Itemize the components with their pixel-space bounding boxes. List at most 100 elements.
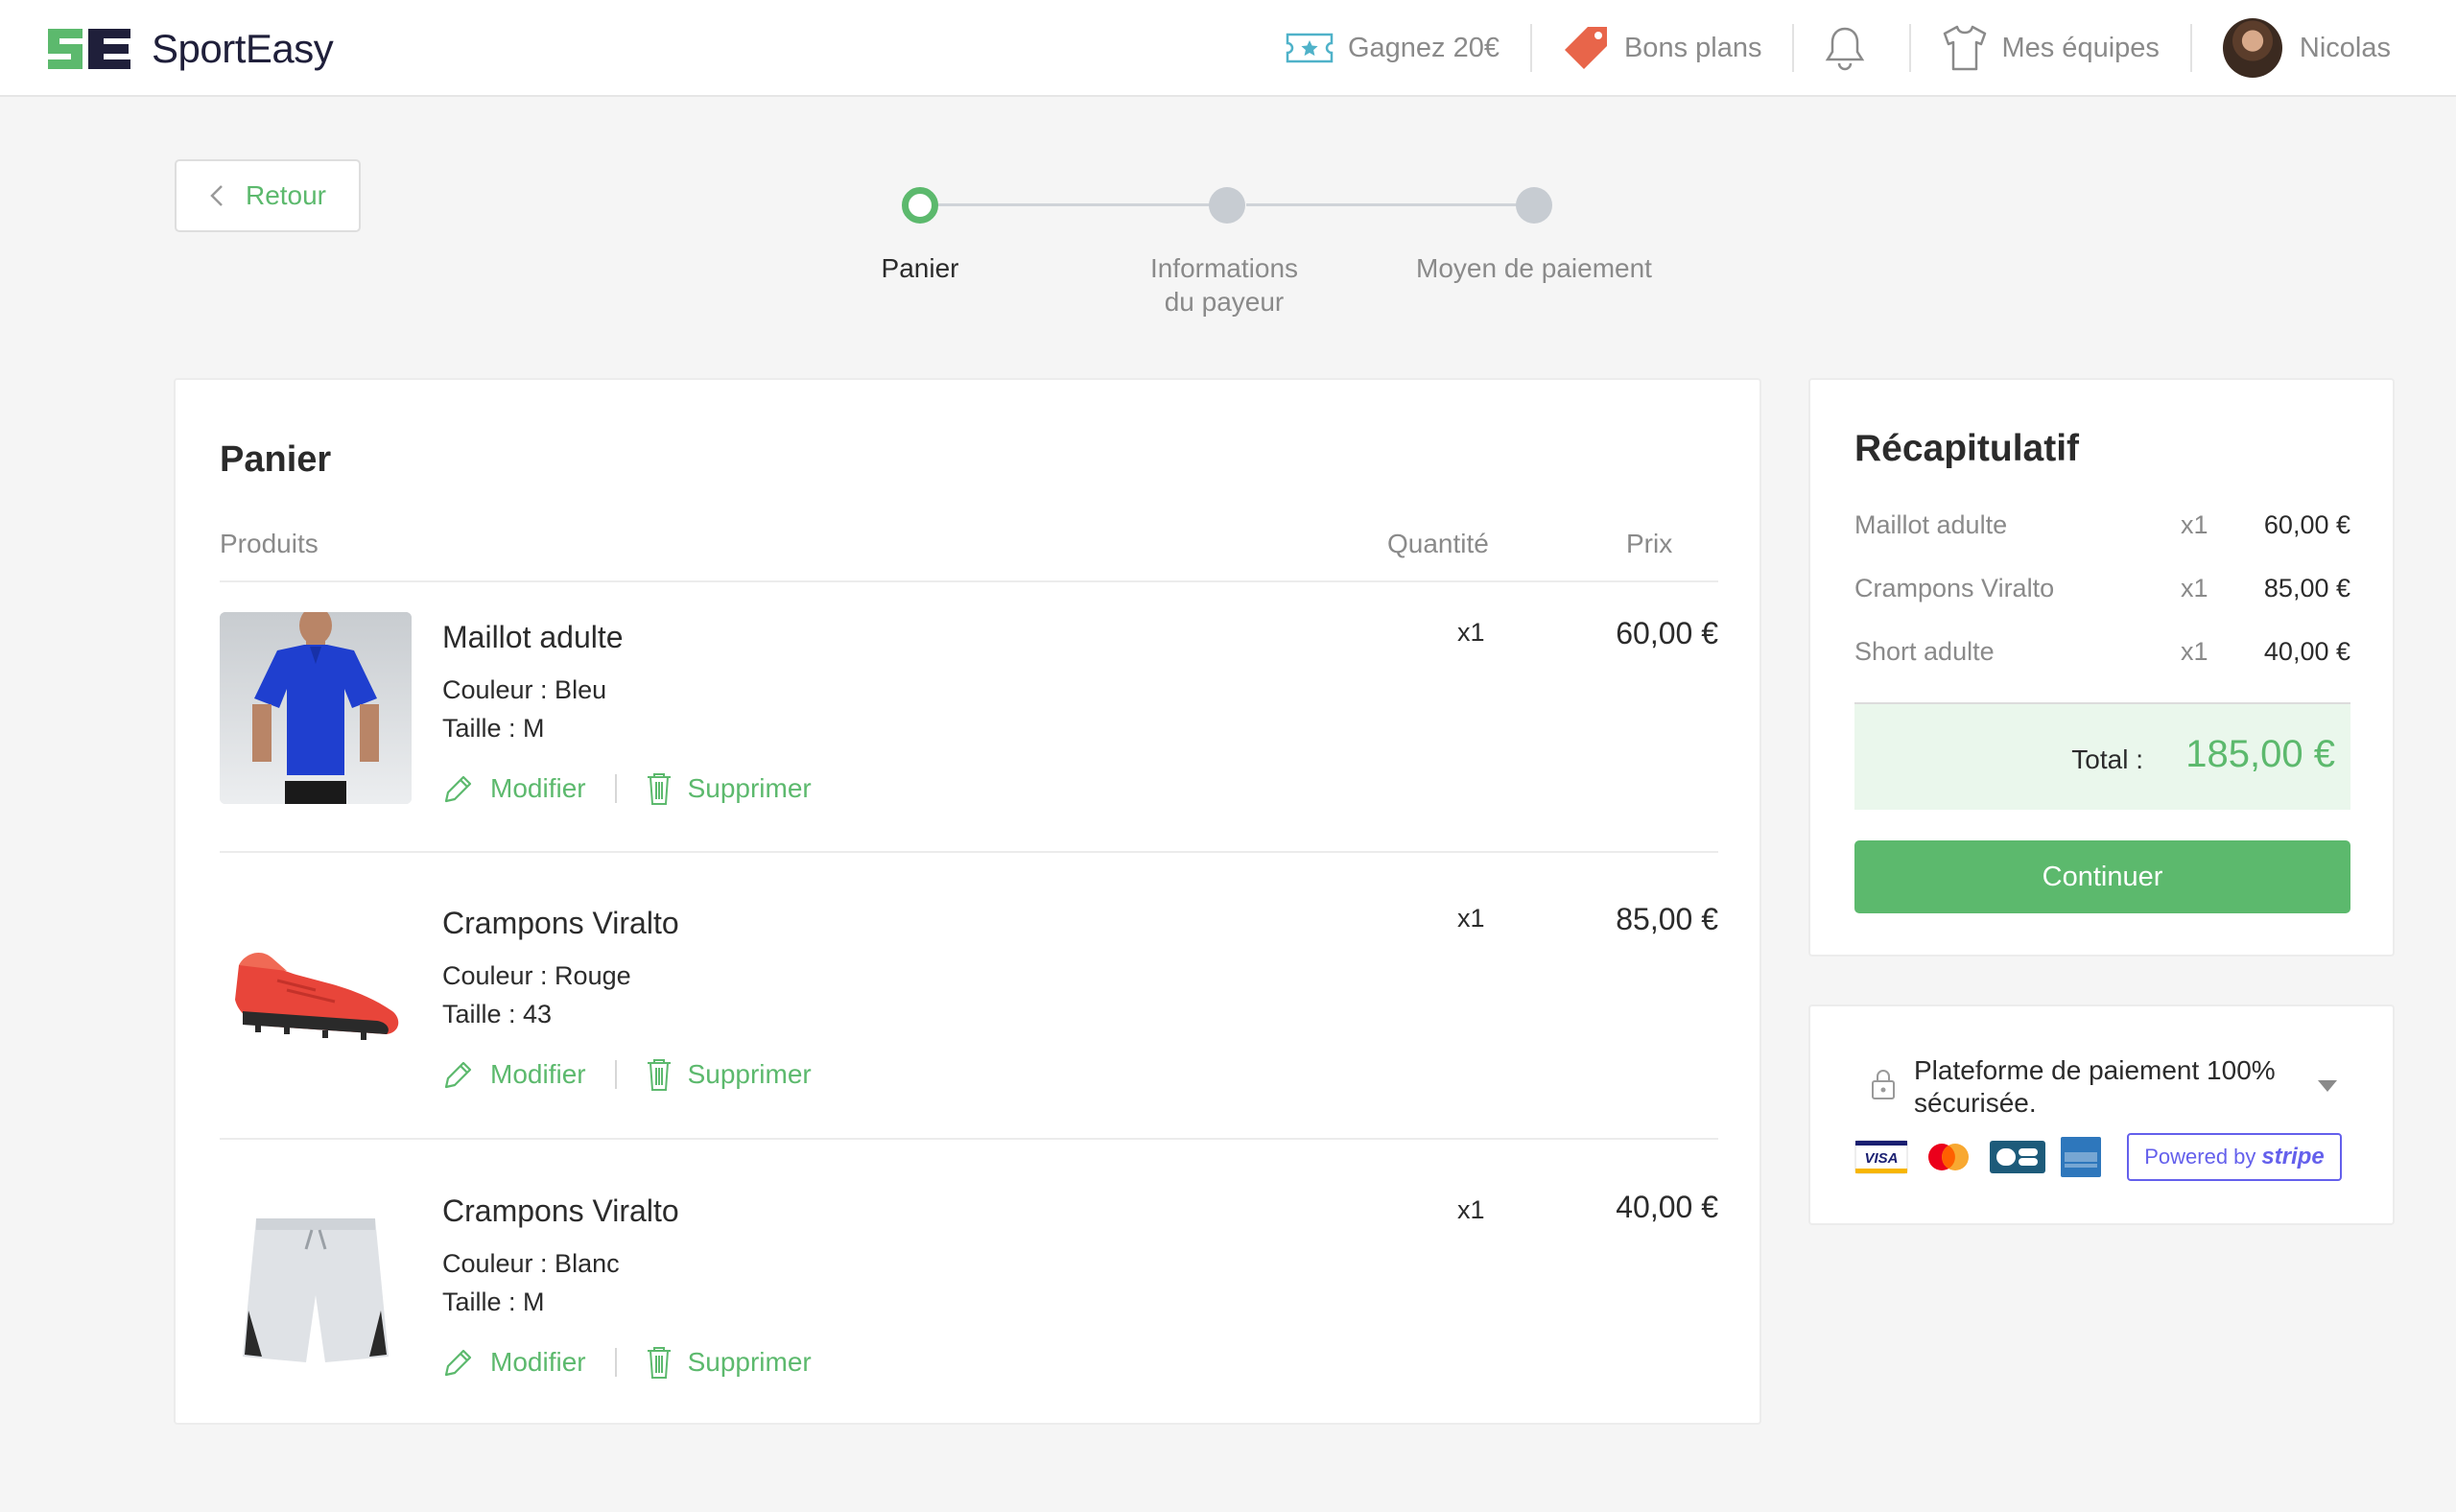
chevron-down-icon[interactable] xyxy=(2317,1079,2338,1093)
stepper-connector xyxy=(1246,203,1536,206)
action-divider xyxy=(614,774,617,803)
summary-item-qty: x1 xyxy=(2181,637,2208,666)
brand-name: SportEasy xyxy=(152,26,334,71)
edit-item-label: Modifier xyxy=(490,773,586,803)
edit-item-label: Modifier xyxy=(490,1347,586,1377)
nav-good-deals[interactable]: Bons plans xyxy=(1532,0,1793,96)
stepper-connector xyxy=(920,203,1229,206)
product-price: 60,00 € xyxy=(1616,616,1718,650)
delete-item-button[interactable]: Supprimer xyxy=(646,1345,812,1380)
product-name: Crampons Viralto xyxy=(442,906,679,940)
jersey-icon xyxy=(1944,25,1987,71)
cart-card: Panier Produits Quantité Prix Maillot ad… xyxy=(174,378,1761,1425)
product-quantity: x1 xyxy=(1457,618,1485,647)
product-price: 85,00 € xyxy=(1616,902,1718,936)
delete-item-label: Supprimer xyxy=(687,773,812,803)
step-payer-info-line1: Informations xyxy=(1149,253,1299,283)
total-label: Total : xyxy=(2071,744,2143,774)
mastercard-logo xyxy=(1928,1144,1969,1170)
summary-item-name: Maillot adulte xyxy=(1854,510,2008,539)
delete-item-label: Supprimer xyxy=(687,1347,812,1377)
product-image-blue-jersey xyxy=(220,612,412,804)
secure-payment-card[interactable]: Plateforme de paiement 100% sécurisée. V… xyxy=(1808,1004,2395,1225)
visa-logo: VISA xyxy=(1854,1140,1908,1174)
sporteasy-logo[interactable]: SportEasy xyxy=(44,25,334,73)
back-button-label: Retour xyxy=(245,180,327,210)
blue-jersey-image xyxy=(220,612,412,804)
summary-item-qty: x1 xyxy=(2181,510,2208,539)
item-actions: Modifier Supprimer xyxy=(442,1345,812,1380)
nav-profile[interactable]: Nicolas xyxy=(2192,0,2421,96)
lock-icon xyxy=(1872,1070,1895,1099)
red-boot-image xyxy=(220,898,412,1090)
nav-notifications[interactable] xyxy=(1794,0,1909,96)
edit-item-button[interactable]: Modifier xyxy=(442,772,586,805)
product-name: Maillot adulte xyxy=(442,620,624,654)
back-button[interactable]: Retour xyxy=(175,159,361,232)
product-image-red-boot xyxy=(220,898,412,1090)
delete-item-button[interactable]: Supprimer xyxy=(646,771,812,806)
trash-icon xyxy=(647,773,671,805)
step-payment-method-dot xyxy=(1516,187,1552,224)
delete-item-label: Supprimer xyxy=(687,1059,812,1089)
delete-item-button[interactable]: Supprimer xyxy=(646,1057,812,1092)
product-price: 40,00 € xyxy=(1616,1190,1718,1224)
item-actions: Modifier Supprimer xyxy=(442,771,812,806)
summary-item-name: Crampons Viralto xyxy=(1854,574,2055,602)
row-divider xyxy=(220,1138,1718,1140)
action-divider xyxy=(614,1060,617,1089)
product-image-white-shorts xyxy=(220,1186,412,1378)
trash-icon xyxy=(647,1059,671,1091)
chevron-left-icon xyxy=(210,185,223,206)
pencil-icon xyxy=(444,775,472,803)
accepted-cards: VISA Powered by stripe xyxy=(1854,1133,2342,1181)
column-header-quantity: Quantité xyxy=(1387,529,1489,558)
ticket-icon xyxy=(1286,33,1334,63)
product-color: Couleur : Bleu xyxy=(442,675,607,704)
cart-item: Maillot adulte Couleur : Bleu Taille : M… xyxy=(220,612,1718,806)
cart-title: Panier xyxy=(220,439,332,480)
nav-earn-20[interactable]: Gagnez 20€ xyxy=(1254,0,1530,96)
header-nav: Gagnez 20€ Bons plans Mes équipes Nicola… xyxy=(1254,0,2421,96)
product-size: Taille : M xyxy=(442,714,545,743)
pencil-icon xyxy=(444,1349,472,1377)
step-payer-info-label: Informations du payeur xyxy=(1071,251,1378,319)
edit-item-button[interactable]: Modifier xyxy=(442,1346,586,1379)
american-express-logo xyxy=(2061,1137,2101,1177)
cart-item: Crampons Viralto Couleur : Blanc Taille … xyxy=(220,1186,1718,1380)
column-header-products: Produits xyxy=(220,529,319,558)
edit-item-label: Modifier xyxy=(490,1059,586,1089)
column-header-price: Prix xyxy=(1626,529,1673,558)
powered-by-stripe-badge[interactable]: Powered by stripe xyxy=(2127,1133,2342,1181)
item-actions: Modifier Supprimer xyxy=(442,1057,812,1092)
product-size: Taille : M xyxy=(442,1288,545,1316)
product-color: Couleur : Rouge xyxy=(442,961,631,990)
nav-earn-20-label: Gagnez 20€ xyxy=(1347,32,1500,63)
row-divider xyxy=(220,851,1718,853)
summary-title: Récapitulatif xyxy=(1854,428,2080,469)
pencil-icon xyxy=(444,1061,472,1089)
product-name: Crampons Viralto xyxy=(442,1193,679,1228)
avatar xyxy=(2222,18,2282,78)
visa-logo-text: VISA xyxy=(1864,1150,1898,1167)
user-name: Nicolas xyxy=(2299,32,2391,63)
nav-my-teams[interactable]: Mes équipes xyxy=(1911,0,2189,96)
summary-item-name: Short adulte xyxy=(1854,637,1995,666)
white-shorts-image xyxy=(220,1186,412,1378)
action-divider xyxy=(614,1348,617,1377)
order-summary-card: Récapitulatif Maillot adulte x1 60,00 € … xyxy=(1808,378,2395,957)
product-quantity: x1 xyxy=(1457,904,1485,933)
summary-item-price: 60,00 € xyxy=(2263,510,2350,539)
cb-logo xyxy=(1990,1141,2045,1173)
edit-item-button[interactable]: Modifier xyxy=(442,1058,586,1091)
step-cart-dot xyxy=(902,187,938,224)
sporteasy-logo-mark xyxy=(48,29,130,69)
table-divider xyxy=(220,580,1718,582)
powered-by-label: Powered by xyxy=(2144,1145,2256,1169)
continue-button[interactable]: Continuer xyxy=(1854,840,2350,913)
step-payment-method-label: Moyen de paiement xyxy=(1416,253,1652,283)
bell-icon xyxy=(1826,27,1865,71)
summary-item-qty: x1 xyxy=(2181,574,2208,602)
product-quantity: x1 xyxy=(1457,1195,1485,1224)
tag-icon xyxy=(1564,27,1607,69)
